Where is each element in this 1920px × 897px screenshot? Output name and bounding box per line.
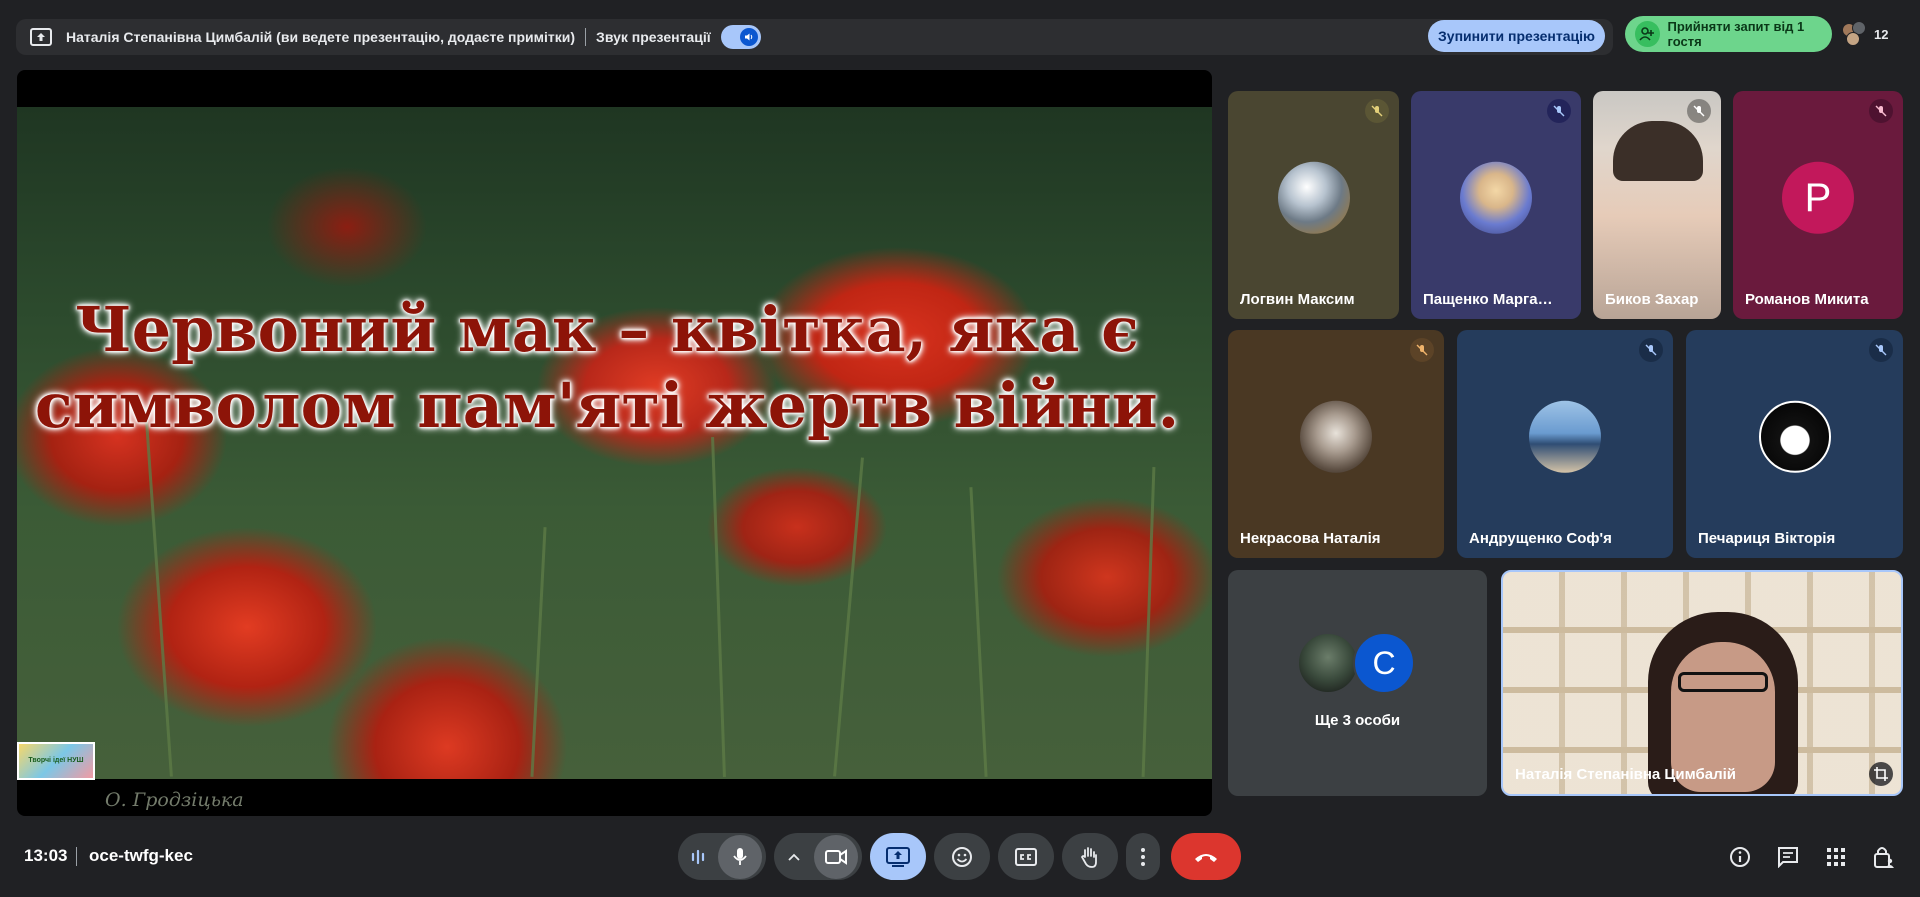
- captions-button[interactable]: [998, 833, 1054, 880]
- participant-name: Пащенко Марга…: [1423, 291, 1553, 308]
- divider: [76, 847, 77, 866]
- poppy-stem: [833, 457, 864, 777]
- apps-grid-icon: [1827, 848, 1845, 866]
- more-options-button[interactable]: [1126, 833, 1160, 880]
- poppy-stem: [711, 437, 726, 777]
- volume-icon: [739, 28, 758, 46]
- emoji-icon: [952, 846, 972, 867]
- audio-level-icon: [691, 849, 705, 864]
- meeting-code: oce-twfg-kec: [89, 846, 193, 865]
- hand-icon: [1080, 846, 1097, 868]
- avatar: [1297, 632, 1359, 694]
- avatar: [1300, 400, 1372, 473]
- activities-button[interactable]: [1822, 843, 1850, 871]
- self-tile[interactable]: Наталія Степанівна Цимбалій: [1501, 570, 1903, 796]
- mic-off-icon: [1547, 99, 1571, 123]
- glasses: [1678, 672, 1768, 692]
- avatar: C: [1353, 632, 1415, 694]
- participant-name: Андрущенко Соф'я: [1469, 530, 1612, 547]
- poppy-stem: [1141, 467, 1156, 777]
- participant-name: Романов Микита: [1745, 291, 1869, 308]
- participant-tile[interactable]: Андрущенко Соф'я: [1457, 330, 1673, 558]
- crop-icon[interactable]: [1869, 762, 1893, 786]
- poppy-stem: [969, 487, 988, 777]
- raise-hand-button[interactable]: [1062, 833, 1118, 880]
- present-screen-icon: [30, 28, 52, 46]
- lock-person-icon: [1874, 847, 1894, 868]
- slide-title-line-1: Червоний мак – квітка, яка є: [75, 293, 1139, 366]
- chat-icon: [1778, 847, 1798, 868]
- participant-name: Некрасова Наталія: [1240, 530, 1381, 547]
- mic-off-icon: [1365, 99, 1389, 123]
- camera-icon: [825, 848, 847, 865]
- chevron-up-icon: [788, 853, 800, 861]
- presented-slide: Червоний мак – квітка, яка є символом па…: [17, 107, 1212, 811]
- participant-tile[interactable]: Печариця Вікторія: [1686, 330, 1903, 558]
- others-tile[interactable]: C Ще 3 особи: [1228, 570, 1487, 796]
- avatar: [1529, 400, 1601, 473]
- participant-tile[interactable]: Биков Захар: [1593, 91, 1721, 319]
- more-vert-icon: [1141, 847, 1145, 866]
- camera-button[interactable]: [814, 834, 858, 879]
- present-now-button[interactable]: [870, 833, 926, 880]
- audio-settings-button[interactable]: [678, 833, 718, 880]
- avatar: [1277, 161, 1350, 234]
- accept-guest-label: Прийняти запит від 1 гостя: [1667, 19, 1805, 49]
- poppy-stem: [530, 527, 547, 777]
- mic-off-icon: [1639, 338, 1663, 362]
- host-controls-button[interactable]: [1870, 843, 1898, 871]
- avatar: Р: [1782, 161, 1854, 234]
- slide-credit: О. Гродзіцька: [105, 789, 244, 811]
- reactions-button[interactable]: [934, 833, 990, 880]
- participant-name: Печариця Вікторія: [1698, 530, 1836, 547]
- participant-name: Логвин Максим: [1240, 291, 1355, 308]
- participant-tile[interactable]: Р Романов Микита: [1733, 91, 1903, 319]
- mic-off-icon: [1869, 338, 1893, 362]
- mic-off-icon: [1869, 99, 1893, 123]
- info-icon: [1730, 847, 1750, 867]
- mic-icon: [733, 847, 747, 865]
- mic-button[interactable]: [718, 834, 762, 879]
- presentation-stage: Червоний мак – квітка, яка є символом па…: [17, 70, 1212, 816]
- add-person-icon: [1635, 21, 1660, 47]
- avatar: [1460, 161, 1532, 234]
- captions-icon: [1015, 847, 1037, 866]
- hang-up-icon: [1195, 853, 1217, 862]
- accept-guest-button[interactable]: Прийняти запит від 1 гостя: [1625, 16, 1832, 52]
- participant-count: 12: [1874, 26, 1889, 42]
- presentation-status-bar: Наталія Степанівна Цимбалій (ви ведете п…: [16, 19, 1613, 55]
- participant-name: Биков Захар: [1605, 291, 1699, 308]
- participants-button[interactable]: 12: [1842, 18, 1900, 50]
- mic-control-group: [678, 833, 766, 880]
- participant-name: Наталія Степанівна Цимбалій: [1515, 766, 1737, 783]
- participant-tile[interactable]: Пащенко Марга…: [1411, 91, 1581, 319]
- presenter-status-text: Наталія Степанівна Цимбалій (ви ведете п…: [66, 29, 576, 45]
- presentation-sound-label: Звук презентації: [596, 29, 711, 45]
- leave-call-button[interactable]: [1171, 833, 1241, 880]
- participant-tile[interactable]: Логвин Максим: [1228, 91, 1399, 319]
- camera-settings-button[interactable]: [774, 833, 814, 880]
- divider: [585, 28, 587, 46]
- presentation-sound-toggle[interactable]: [720, 25, 761, 49]
- stop-presenting-button[interactable]: Зупинити презентацію: [1428, 20, 1605, 52]
- slide-title: Червоний мак – квітка, яка є символом па…: [17, 292, 1212, 444]
- avatar: [1758, 400, 1831, 473]
- slide-title-line-2: символом пам'яті жертв війни.: [34, 369, 1180, 442]
- others-label: Ще 3 особи: [1314, 712, 1401, 729]
- present-screen-icon: [886, 846, 910, 867]
- camera-control-group: [774, 833, 862, 880]
- chat-button[interactable]: [1774, 843, 1802, 871]
- poppy-stem: [144, 407, 173, 777]
- mic-off-icon: [1687, 99, 1711, 123]
- participant-avatars: [1842, 21, 1868, 47]
- slide-logo: Творчі ідеї НУШ: [17, 742, 95, 780]
- participant-tile[interactable]: Некрасова Наталія: [1228, 330, 1444, 558]
- mic-off-icon: [1410, 338, 1434, 362]
- video-feed: [1613, 121, 1703, 181]
- meeting-time: 13:03: [24, 846, 68, 865]
- meeting-details-button[interactable]: [1726, 843, 1754, 871]
